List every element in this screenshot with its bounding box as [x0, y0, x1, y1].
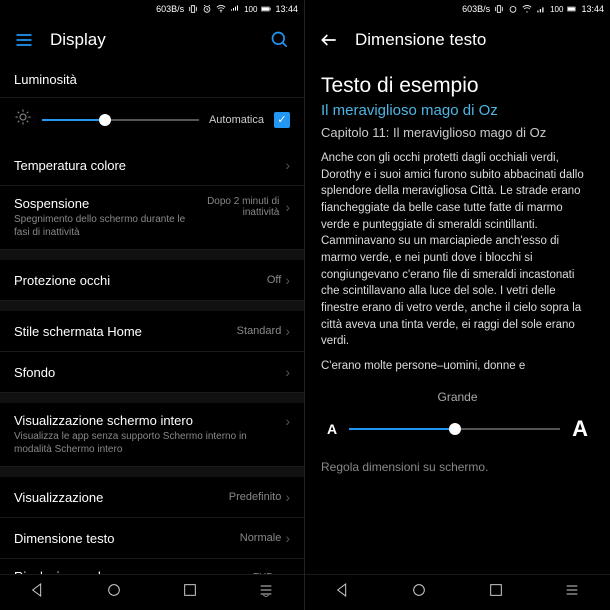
auto-label: Automatica — [209, 114, 264, 126]
nav-drawer-icon[interactable] — [258, 582, 274, 603]
search-icon[interactable] — [270, 30, 290, 50]
wifi-icon — [522, 4, 532, 14]
size-label: Grande — [321, 390, 594, 404]
vibrate-icon — [494, 4, 504, 14]
item-wallpaper[interactable]: Sfondo › — [0, 352, 304, 393]
battery-icon — [261, 4, 271, 14]
nav-back-icon[interactable] — [335, 582, 351, 603]
brightness-icon — [14, 108, 32, 131]
wifi-icon — [216, 4, 226, 14]
text-size-slider[interactable] — [349, 428, 560, 430]
battery-text: 100 — [244, 5, 257, 14]
letter-a-big-icon: A — [572, 416, 588, 442]
chevron-right-icon: › — [285, 323, 290, 339]
nav-recent-icon[interactable] — [182, 582, 198, 603]
item-color-temp[interactable]: Temperatura colore › — [0, 145, 304, 186]
alarm-icon — [508, 4, 518, 14]
nav-home-icon[interactable] — [411, 582, 427, 603]
hamburger-icon[interactable] — [14, 30, 34, 50]
letter-a-small-icon: A — [327, 421, 337, 437]
header-right: Dimensione testo — [305, 18, 610, 62]
item-fullscreen[interactable]: Visualizzazione schermo intero Visualizz… — [0, 403, 304, 467]
hint-text: Regola dimensioni su schermo. — [321, 460, 594, 474]
alarm-icon — [202, 4, 212, 14]
vibrate-icon — [188, 4, 198, 14]
chevron-right-icon: › — [285, 530, 290, 546]
battery-text: 100 — [550, 5, 563, 14]
signal-icon — [230, 4, 240, 14]
item-home-style[interactable]: Stile schermata Home Standard› — [0, 311, 304, 352]
sample-body-2: C'erano molte persone–uomini, donne e — [321, 360, 594, 372]
sample-chapter: Capitolo 11: Il meraviglioso mago di Oz — [321, 125, 594, 142]
net-speed: 603B/s — [156, 4, 184, 14]
signal-icon — [536, 4, 546, 14]
item-view-mode[interactable]: Visualizzazione Predefinito› — [0, 477, 304, 518]
page-title: Display — [50, 30, 254, 50]
nav-recent-icon[interactable] — [488, 582, 504, 603]
net-speed: 603B/s — [462, 4, 490, 14]
nav-home-icon[interactable] — [106, 582, 122, 603]
back-arrow-icon[interactable] — [319, 30, 339, 50]
page-title: Dimensione testo — [355, 30, 596, 50]
item-suspend[interactable]: Sospensione Spegnimento dello schermo du… — [0, 186, 304, 250]
battery-icon — [567, 4, 577, 14]
navbar-right — [305, 574, 610, 610]
navbar-left — [0, 574, 304, 610]
sample-body: Anche con gli occhi protetti dagli occhi… — [321, 150, 594, 350]
chevron-right-icon: › — [285, 413, 290, 429]
sample-subtitle: Il meraviglioso mago di Oz — [321, 102, 594, 119]
header-left: Display — [0, 18, 304, 62]
chevron-right-icon: › — [285, 157, 290, 173]
brightness-slider[interactable] — [42, 119, 199, 121]
chevron-right-icon: › — [285, 489, 290, 505]
brightness-label: Luminosità — [14, 72, 290, 87]
nav-back-icon[interactable] — [30, 582, 46, 603]
auto-checkbox[interactable]: ✓ — [274, 112, 290, 128]
clock: 13:44 — [581, 4, 604, 14]
chevron-right-icon: › — [285, 199, 290, 215]
chevron-right-icon: › — [285, 364, 290, 380]
clock: 13:44 — [275, 4, 298, 14]
status-bar: 603B/s 100 13:44 — [0, 0, 304, 18]
item-eye-protection[interactable]: Protezione occhi Off› — [0, 260, 304, 301]
nav-drawer-icon[interactable] — [564, 582, 580, 603]
brightness-section: Luminosità — [0, 62, 304, 98]
status-bar-right: 603B/s 100 13:44 — [305, 0, 610, 18]
item-text-size[interactable]: Dimensione testo Normale› — [0, 518, 304, 559]
sample-title: Testo di esempio — [321, 74, 594, 98]
chevron-right-icon: › — [285, 272, 290, 288]
